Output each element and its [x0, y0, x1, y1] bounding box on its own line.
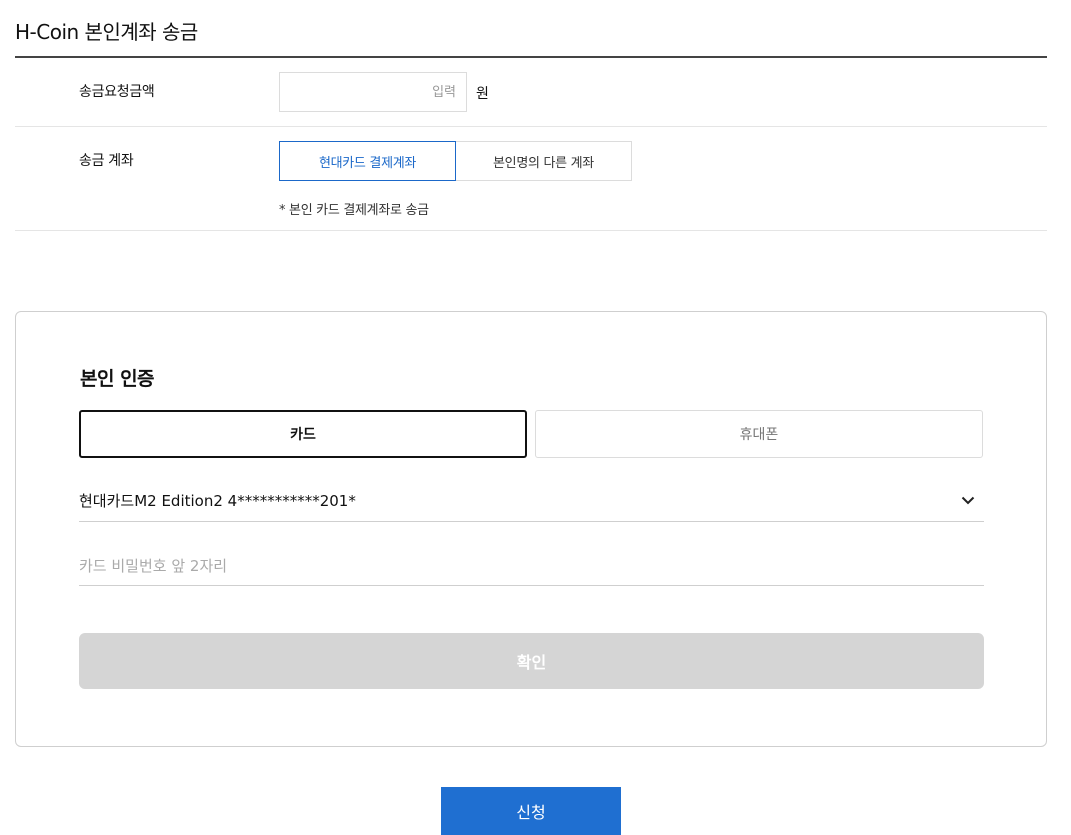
auth-panel: 본인 인증 카드 휴대폰 현대카드M2 Edition2 4**********…	[15, 311, 1047, 747]
card-select-value: 현대카드M2 Edition2 4***********201*	[79, 492, 356, 510]
amount-unit: 원	[476, 86, 489, 102]
amount-input[interactable]	[279, 72, 467, 112]
account-label: 송금 계좌	[79, 153, 134, 169]
row-divider	[15, 126, 1047, 127]
chevron-down-icon	[960, 493, 976, 509]
amount-label: 송금요청금액	[79, 84, 155, 100]
title-divider	[15, 56, 1047, 58]
card-password-input[interactable]	[79, 546, 984, 586]
auth-tab-card[interactable]: 카드	[79, 410, 527, 458]
card-select[interactable]: 현대카드M2 Edition2 4***********201*	[79, 480, 984, 522]
auth-tab-phone[interactable]: 휴대폰	[535, 410, 983, 458]
auth-title: 본인 인증	[80, 368, 155, 390]
row-divider	[15, 230, 1047, 231]
confirm-button[interactable]: 확인	[79, 633, 984, 689]
page-title: H-Coin 본인계좌 송금	[15, 20, 198, 44]
account-option-card-payment[interactable]: 현대카드 결제계좌	[279, 141, 456, 181]
submit-button[interactable]: 신청	[441, 787, 621, 835]
account-note: * 본인 카드 결제계좌로 송금	[279, 203, 429, 218]
account-option-other[interactable]: 본인명의 다른 계좌	[455, 141, 632, 181]
